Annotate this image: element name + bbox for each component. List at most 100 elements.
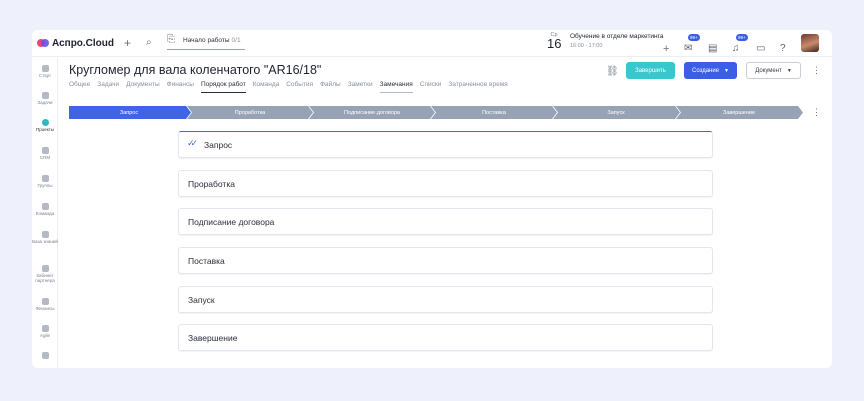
mail-button[interactable]: ✉ 99+ [684,34,700,54]
finance-icon [41,298,49,305]
tab-general[interactable]: Общее [69,81,90,93]
sidebar-item-label: Группы [37,183,53,188]
create-button[interactable]: Создание ▼ [684,62,737,79]
section-contract[interactable]: Подписание договора [178,208,713,235]
search-icon[interactable]: ⌕ [146,38,152,48]
tab-team[interactable]: Команда [253,81,279,93]
team-icon [41,203,49,210]
tab-events[interactable]: События [286,81,313,93]
sidebar-item-crm[interactable]: CRM [32,147,58,160]
section-request[interactable]: ✓✓ Запрос [178,131,713,158]
stage-label-elaboration: Проработка [234,109,266,116]
notifications-button[interactable]: ♫ 99+ [732,34,748,54]
stage-label-completion: Завершение [723,109,755,116]
calendar-date[interactable]: Ср 16 [547,32,561,50]
tab-tasks[interactable]: Задачи [97,81,119,93]
plus-icon[interactable]: + [124,37,131,49]
tasks-icon [41,92,49,99]
sidebar-item-team[interactable]: Команда [32,203,58,216]
tab-lists[interactable]: Списки [420,81,442,93]
sidebar-item-label: CRM [39,155,51,160]
sidebar-item-start[interactable]: Старт [32,65,58,78]
add-event-icon[interactable]: + [663,43,669,55]
document-button-label: Документ [755,67,782,74]
sidebar-item-label: Финансы [35,306,55,311]
app-logo[interactable]: Аспро.Cloud [37,37,114,49]
bell-badge: 99+ [736,34,748,41]
section-title: Запуск [188,295,215,305]
section-completion[interactable]: Завершение [178,324,713,351]
help-button[interactable]: ? [780,38,792,54]
partner-icon [41,265,49,272]
sidebar-item-projects[interactable]: Проекты [32,119,58,132]
start-work-label: Начало работы [183,37,230,44]
notes-button[interactable]: ▤ [708,38,720,54]
agile-icon [41,325,49,332]
sidebar-item-groups[interactable]: Группы [32,175,58,188]
more-icon [41,352,49,359]
tab-work-order[interactable]: Порядок работ [200,81,246,93]
sidebar-item-label: Задачи [37,100,53,105]
section-title: Завершение [188,333,238,343]
link-icon[interactable]: ⛓ [606,66,619,77]
tab-remarks[interactable]: Замечания [379,81,413,93]
date-day: 16 [547,36,562,51]
sidebar-item-label: Команда [35,211,55,216]
help-icon: ? [780,43,786,54]
document-button[interactable]: Документ ▼ [746,62,801,79]
upcoming-event[interactable]: Обучение в отделе маркетинга 16:00 - 17:… [570,33,663,49]
chat-button[interactable]: ▭ [756,38,768,54]
top-bar: Аспро.Cloud + ⌕ ⎘ Начало работы 0/1 Ср 16… [32,30,832,57]
stage-label-request: Запрос [119,109,139,116]
section-launch[interactable]: Запуск [178,286,713,313]
clipboard-icon: ⎘ [167,34,175,45]
section-title: Запрос [204,140,233,150]
logo-icon [37,37,49,49]
start-icon [41,65,49,72]
more-options-icon[interactable]: ⋮ [812,66,821,75]
sidebar-item-label: База знаний [32,239,58,244]
tab-documents[interactable]: Документы [126,81,160,93]
sidebar-item-more[interactable] [32,352,58,359]
projects-icon [41,119,49,126]
finish-button[interactable]: Завершить [626,62,675,79]
section-title: Поставка [188,256,225,266]
event-time: 16:00 - 17:00 [570,43,603,49]
stage-label-contract: Подписание договора [344,109,400,116]
notes-icon: ▤ [708,43,718,54]
stages-options-icon[interactable]: ⋮ [812,108,821,117]
mail-badge: 99+ [688,34,700,41]
crm-icon [41,147,49,154]
event-title: Обучение в отделе маркетинга [570,33,664,40]
sidebar-item-label: Проекты [35,127,55,132]
tab-finance[interactable]: Финансы [167,81,194,93]
page-title: Кругломер для вала коленчатого "AR16/18" [69,63,322,77]
sidebar-item-label: Кабинет партнера [35,273,55,283]
section-elaboration[interactable]: Проработка [178,170,713,197]
sidebar-item-label: Старт [38,73,52,78]
double-check-icon: ✓✓ [187,138,198,148]
tab-time-spent[interactable]: Затраченное время [448,81,507,93]
start-work-count: 0/1 [231,37,241,44]
app-name: Аспро.Cloud [52,37,115,49]
chevron-down-icon: ▼ [724,67,729,74]
section-title: Подписание договора [188,217,275,227]
tab-notes[interactable]: Заметки [348,81,373,93]
sidebar-item-knowledge-base[interactable]: База знаний [32,231,58,244]
app-window: Аспро.Cloud + ⌕ ⎘ Начало работы 0/1 Ср 16… [32,30,832,368]
sidebar-item-label: Agile [39,333,50,338]
sidebar-item-partner-cabinet[interactable]: Кабинет партнера [32,265,58,283]
sidebar-item-tasks[interactable]: Задачи [32,92,58,105]
sidebar-item-finance[interactable]: Финансы [32,298,58,311]
stage-label-launch: Запуск [607,109,625,116]
start-work-widget[interactable]: ⎘ Начало работы 0/1 [167,34,245,50]
chat-icon: ▭ [756,43,766,54]
section-delivery[interactable]: Поставка [178,247,713,274]
knowledge-base-icon [41,231,49,238]
sidebar-item-agile[interactable]: Agile [32,325,58,338]
bell-icon: ♫ [732,43,740,54]
tab-files[interactable]: Файлы [320,81,341,93]
user-avatar[interactable] [801,34,819,52]
mail-icon: ✉ [684,43,693,54]
project-tabs: Общее Задачи Документы Финансы Порядок р… [69,81,508,93]
